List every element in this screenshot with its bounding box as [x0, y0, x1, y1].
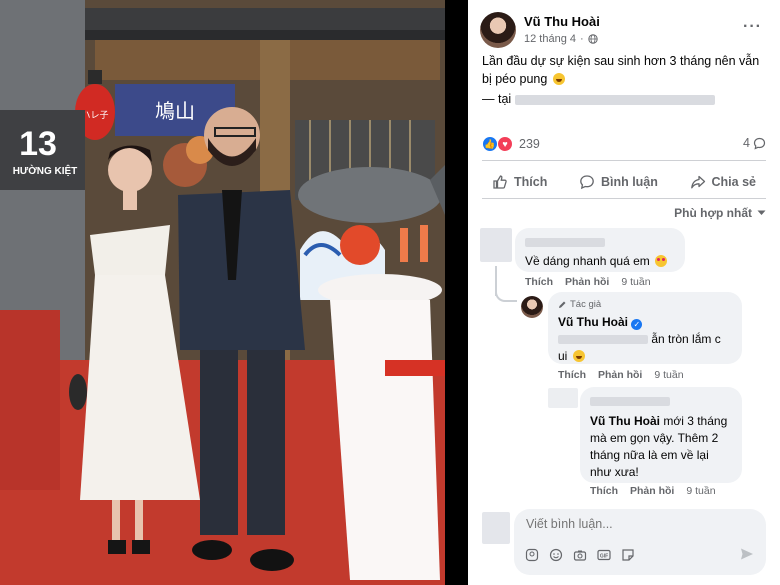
comment-sort-dropdown[interactable]: Phù hợp nhất — [674, 206, 766, 220]
comment-count[interactable]: 4 — [743, 136, 766, 150]
event-photo[interactable]: 鳩山 ハレ子 13 HƯỜNG KIỆT — [0, 0, 445, 585]
comment-button[interactable]: Bình luận — [569, 166, 668, 198]
share-label: Chia sẻ — [711, 175, 756, 189]
dot-separator: · — [580, 33, 584, 45]
address-street: HƯỜNG KIỆT — [13, 164, 78, 177]
sort-label: Phù hợp nhất — [674, 206, 752, 220]
post-text-body: Lần đầu dự sự kiện sau sinh hơn 3 tháng … — [482, 54, 760, 86]
photo-viewer: 鳩山 ハレ子 13 HƯỜNG KIỆT — [0, 0, 468, 585]
author-badge-label: Tác giả — [570, 299, 602, 310]
nested-reply-time[interactable]: 9 tuần — [686, 485, 715, 497]
nested-like-link[interactable]: Thích — [590, 485, 618, 497]
sticker-icon[interactable] — [620, 547, 635, 562]
reply-like-link[interactable]: Thích — [558, 369, 586, 381]
divider-bottom — [482, 198, 766, 199]
nested-reply-actions: Thích Phản hồi 9 tuần — [590, 485, 716, 497]
photo-illustration: 鳩山 ハレ子 13 HƯỜNG KIỆT — [0, 0, 445, 585]
reply-text-line2: ui — [558, 349, 568, 363]
avatar-sticker-icon[interactable] — [524, 547, 539, 562]
grinning-sweat-emoji — [552, 73, 565, 85]
nested-reply-link[interactable]: Phản hồi — [630, 485, 674, 497]
post-actions: Thích Bình luận Chia sẻ — [482, 166, 766, 198]
lantern-text: ハレ子 — [81, 110, 108, 121]
love-reaction-icon: ♥ — [497, 136, 513, 152]
thumbs-up-icon — [493, 175, 507, 189]
comment-bubble: Về dáng nhanh quá em — [515, 228, 685, 272]
banner-kanji: 鳩山 — [155, 99, 195, 123]
author-avatar[interactable] — [480, 12, 516, 48]
composer-tools: GIF — [524, 547, 635, 562]
reaction-summary[interactable]: 👍 ♥ 239 — [482, 136, 540, 152]
divider-top — [482, 160, 766, 161]
verified-badge-icon: ✓ — [631, 319, 643, 330]
like-button[interactable]: Thích — [482, 166, 557, 198]
post-header: Vũ Thu Hoài 12 tháng 4 · ··· — [480, 12, 770, 52]
comment-text: Về dáng nhanh quá em — [525, 254, 650, 268]
reply-text-tail: ẫn tròn lắm c — [651, 332, 721, 346]
location-redacted[interactable] — [514, 94, 715, 105]
comment-composer: GIF — [514, 509, 766, 575]
emoji-icon[interactable] — [548, 547, 563, 562]
reply-reply-link[interactable]: Phản hồi — [598, 369, 642, 381]
share-button[interactable]: Chia sẻ — [680, 166, 766, 198]
nested-reply-name[interactable]: Vũ Thu Hoài — [590, 414, 660, 428]
post-text: Lần đầu dự sự kiện sau sinh hơn 3 tháng … — [482, 52, 767, 88]
camera-icon[interactable] — [572, 547, 587, 562]
gif-icon[interactable]: GIF — [596, 547, 611, 562]
globe-icon — [587, 34, 598, 44]
nested-reply-avatar[interactable] — [548, 388, 578, 408]
reply-author-name[interactable]: Vũ Thu Hoài — [558, 315, 628, 329]
svg-text:GIF: GIF — [599, 553, 607, 559]
comment-input[interactable] — [526, 517, 756, 531]
comment-time[interactable]: 9 tuần — [621, 276, 650, 288]
send-icon[interactable] — [740, 547, 754, 561]
nested-commenter-redacted[interactable] — [590, 397, 670, 407]
reply-time[interactable]: 9 tuần — [654, 369, 683, 381]
comment-reply-link[interactable]: Phản hồi — [565, 276, 609, 288]
comment-bubble-icon — [753, 137, 766, 150]
caret-down-icon — [757, 210, 766, 215]
comment-label: Bình luận — [600, 175, 658, 189]
author-badge: Tác giả — [558, 296, 732, 313]
rolling-laugh-emoji — [572, 350, 585, 362]
post-date[interactable]: 12 tháng 4 — [524, 33, 576, 45]
heart-eyes-emoji — [655, 255, 668, 267]
author-reply-actions: Thích Phản hồi 9 tuần — [558, 369, 684, 381]
reply-text-redacted — [558, 335, 648, 345]
comment-actions: Thích Phản hồi 9 tuần — [525, 276, 651, 288]
viewer-avatar[interactable] — [482, 512, 510, 544]
author-name[interactable]: Vũ Thu Hoài — [524, 14, 600, 29]
post-location: — tại — [482, 92, 715, 106]
share-arrow-icon — [690, 175, 705, 189]
like-label: Thích — [514, 175, 548, 189]
author-reply-bubble: Tác giả Vũ Thu Hoài ✓ ẫn tròn lắm c ui — [548, 292, 742, 364]
comment-icon — [580, 175, 594, 190]
reaction-count: 239 — [519, 137, 540, 151]
nested-reply-bubble: Vũ Thu Hoài mới 3 tháng mà em gọn vậy. T… — [580, 387, 742, 483]
more-options-icon[interactable]: ··· — [743, 18, 762, 36]
like-reaction-icon: 👍 — [482, 136, 498, 152]
address-number: 13 — [19, 125, 57, 163]
author-reply-avatar[interactable] — [521, 296, 543, 318]
post-meta: 12 tháng 4 · — [524, 33, 598, 45]
comment-like-link[interactable]: Thích — [525, 276, 553, 288]
pen-icon — [559, 301, 566, 308]
commenter-name-redacted[interactable] — [525, 238, 605, 248]
commenter-avatar[interactable] — [480, 228, 512, 262]
reply-connector — [495, 280, 517, 302]
comment-count-number: 4 — [743, 136, 750, 150]
location-prefix: — tại — [482, 92, 512, 106]
